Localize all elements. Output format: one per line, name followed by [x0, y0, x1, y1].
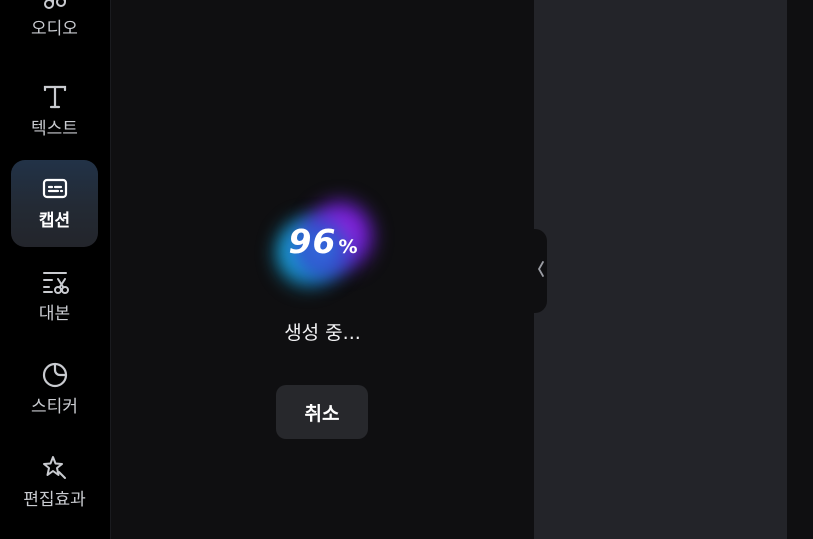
cancel-button[interactable]: 취소 — [276, 385, 368, 439]
sidebar-item-label: 오디오 — [31, 19, 78, 39]
sidebar-item-label: 스티커 — [31, 397, 78, 417]
collapse-panel-handle[interactable] — [534, 229, 547, 313]
progress-percent: 96% — [267, 222, 379, 261]
sidebar-item-label: 텍스트 — [31, 119, 78, 139]
sidebar-item-label: 편집효과 — [23, 490, 86, 510]
right-edge — [787, 0, 813, 539]
generation-status: 생성 중... — [284, 322, 361, 344]
generation-panel: 96% 생성 중... 취소 — [111, 0, 534, 539]
sidebar-item-audio[interactable]: 오디오 — [11, 0, 98, 55]
sidebar-item-script[interactable]: 대본 — [11, 253, 98, 340]
sidebar-item-label: 캡션 — [38, 211, 71, 231]
chevron-left-icon — [536, 259, 546, 283]
sparkle-effects-icon — [41, 454, 69, 482]
sticker-icon — [41, 361, 69, 389]
sidebar-item-effects[interactable]: 편집효과 — [11, 439, 98, 526]
music-note-icon — [41, 0, 69, 11]
sidebar-item-caption[interactable]: 캡션 — [11, 160, 98, 247]
caption-icon — [41, 175, 69, 203]
sidebar: 오디오 텍스트 캡션 대본 스티커 편집효과 — [0, 0, 110, 539]
right-panel — [534, 0, 787, 539]
sidebar-item-sticker[interactable]: 스티커 — [11, 346, 98, 433]
script-scissors-icon — [41, 268, 69, 296]
text-t-icon — [41, 83, 69, 111]
progress-value: 96 — [288, 222, 337, 261]
sidebar-item-text[interactable]: 텍스트 — [11, 68, 98, 155]
sidebar-item-label: 대본 — [38, 304, 71, 324]
progress-unit: % — [338, 236, 358, 258]
